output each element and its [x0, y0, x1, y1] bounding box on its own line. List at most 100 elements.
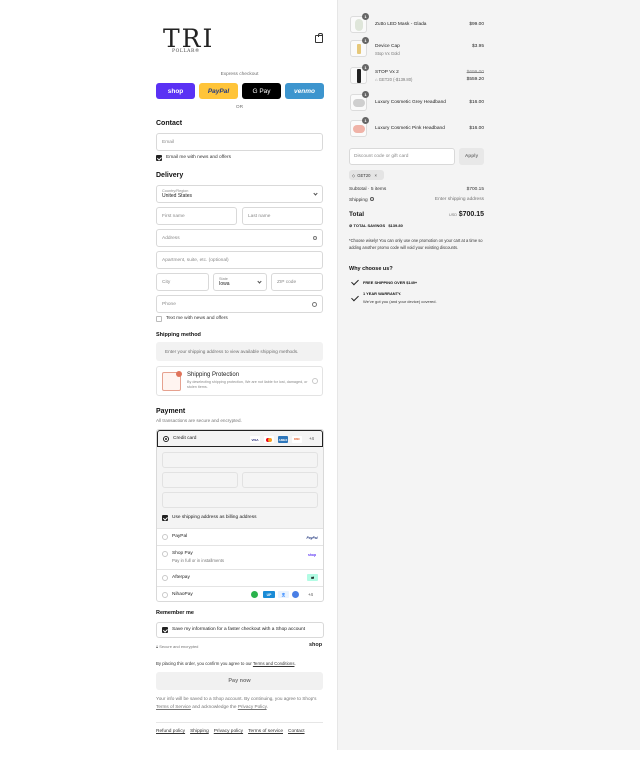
nihaopay-option[interactable]: NihaoPay UP 支 +4: [157, 586, 323, 602]
shop-notice-part1: Your info will be saved to a Shop accoun…: [156, 696, 317, 701]
shipping-protection-toggle[interactable]: [312, 378, 318, 384]
shop-pay-button[interactable]: shop: [156, 83, 195, 99]
venmo-button[interactable]: venmo: [285, 83, 324, 99]
close-icon[interactable]: ×: [375, 173, 377, 178]
item-thumbnail: 1: [350, 91, 369, 111]
terms-of-service-link[interactable]: Terms of service: [248, 729, 283, 734]
contact-title: Contact: [156, 120, 183, 127]
expiration-field[interactable]: [162, 472, 238, 488]
google-pay-button[interactable]: G Pay: [242, 83, 281, 99]
save-info-checkbox[interactable]: [162, 627, 168, 633]
country-value: United States: [162, 193, 193, 199]
terms-link[interactable]: Terms and Conditions: [253, 661, 295, 666]
credit-card-radio[interactable]: [163, 436, 169, 442]
cart-item-price: $559.20: [466, 77, 484, 82]
shipping-value: Enter shipping address: [434, 197, 484, 202]
phone-placeholder: Phone: [162, 301, 176, 307]
grey-headband-image: [353, 99, 365, 107]
tag-icon: ◇: [352, 172, 356, 178]
nihaopay-more-count: +4: [308, 592, 313, 597]
subtotal-value: $700.15: [466, 187, 484, 192]
apply-discount-button[interactable]: Apply: [459, 148, 484, 165]
paypal-option[interactable]: PayPal PayPal: [157, 528, 323, 545]
quantity-badge: 1: [362, 64, 369, 71]
country-select[interactable]: Country/Region United States: [156, 185, 323, 203]
shop-privacy-link[interactable]: Privacy Policy: [238, 704, 267, 709]
shipping-protection-box[interactable]: Shipping Protection By deselecting shipp…: [156, 366, 323, 396]
contact-link[interactable]: Contact: [288, 729, 305, 734]
pay-now-label: Pay now: [228, 678, 251, 684]
last-name-field[interactable]: Last name: [242, 207, 323, 225]
address-field[interactable]: Address: [156, 229, 323, 247]
paypal-button[interactable]: PayPal: [199, 83, 238, 99]
pink-headband-image: [353, 125, 365, 133]
shop-account-notice: Your info will be saved to a Shop accoun…: [156, 695, 324, 710]
delivery-title: Delivery: [156, 172, 184, 179]
email-field[interactable]: Email: [156, 133, 323, 151]
first-name-placeholder: First name: [162, 213, 185, 219]
quantity-badge: 1: [362, 91, 369, 98]
credit-card-option[interactable]: Credit card VISA AMEX DISC +4: [157, 430, 323, 447]
help-icon[interactable]: [312, 302, 317, 307]
alipay-icon: 支: [278, 591, 289, 598]
nihaopay-radio[interactable]: [162, 592, 168, 598]
address-placeholder: Address: [162, 235, 180, 241]
privacy-policy-link[interactable]: Privacy policy: [214, 729, 243, 734]
shipping-link[interactable]: Shipping: [190, 729, 209, 734]
checkout-form-panel: TRI POLLAR® Express checkout shop PayPal…: [0, 0, 337, 775]
cart-item-variant: Stop Vx Gold: [375, 51, 400, 56]
paypal-radio[interactable]: [162, 534, 168, 540]
item-thumbnail: 1: [350, 13, 369, 33]
device-cap-image: [357, 44, 361, 54]
apply-label: Apply: [464, 154, 479, 159]
paypal-logo-text: PayPal: [306, 535, 318, 540]
card-number-field[interactable]: [162, 452, 318, 468]
city-placeholder: City: [162, 279, 171, 285]
credit-card-form: Use shipping address as billing address: [157, 447, 323, 528]
afterpay-radio[interactable]: [162, 575, 168, 581]
remember-me-box[interactable]: Save my information for a faster checkou…: [156, 622, 324, 638]
shop-tos-link[interactable]: Terms of Service: [156, 704, 191, 709]
visa-icon: VISA: [250, 436, 260, 443]
apartment-placeholder: Apartment, suite, etc. (optional): [162, 257, 229, 263]
wallet-icon: [292, 591, 299, 598]
shop-pay-option-label: Shop Pay: [172, 551, 193, 556]
shipping-protection-desc: By deselecting shipping protection, We a…: [187, 380, 308, 389]
security-code-field[interactable]: [242, 472, 318, 488]
apartment-field[interactable]: Apartment, suite, etc. (optional): [156, 251, 323, 269]
shopping-bag-icon[interactable]: [315, 33, 323, 43]
pay-now-button[interactable]: Pay now: [156, 672, 323, 690]
afterpay-option[interactable]: Afterpay ⇄: [157, 569, 323, 586]
credit-card-label: Credit card: [173, 436, 197, 441]
cart-item-name: Device Cap: [375, 44, 400, 49]
stop-vx-device-image: [357, 69, 361, 83]
shop-logo: shop: [309, 642, 323, 648]
order-summary-panel: [337, 0, 640, 750]
cart-item-price: $3.95: [471, 44, 484, 49]
warranty-benefit: 1 YEAR WARRANTY.: [363, 291, 402, 296]
total-label: Total: [349, 211, 365, 218]
newsletter-checkbox[interactable]: [156, 155, 162, 161]
cart-item-name: STOP Vx 2: [375, 70, 399, 75]
billing-same-checkbox[interactable]: [162, 515, 168, 521]
first-name-field[interactable]: First name: [156, 207, 237, 225]
shop-pay-logo-text: shop: [307, 552, 317, 557]
total-row: Total USD $700.15: [349, 211, 484, 218]
city-field[interactable]: City: [156, 273, 209, 291]
quantity-badge: 1: [362, 13, 369, 20]
shop-pay-radio[interactable]: [162, 551, 168, 557]
text-offers-checkbox[interactable]: [156, 316, 162, 322]
zip-field[interactable]: ZIP code: [271, 273, 323, 291]
name-on-card-field[interactable]: [162, 492, 318, 508]
info-icon[interactable]: [370, 197, 375, 201]
refund-policy-link[interactable]: Refund policy: [156, 729, 185, 734]
state-select[interactable]: State Iowa: [213, 273, 267, 291]
item-thumbnail: 1: [350, 64, 369, 84]
discount-code-field[interactable]: Discount code or gift card: [349, 148, 455, 165]
cart-item-discount-text: GET20 (-$139.80): [378, 77, 413, 82]
secure-encrypted-text: Secure and encrypted: [159, 644, 199, 649]
express-checkout-label: Express checkout: [220, 72, 259, 77]
phone-field[interactable]: Phone: [156, 295, 323, 313]
shop-pay-option[interactable]: Shop Pay Pay in full or in installments …: [157, 545, 323, 569]
cart-item-discount: ⌂ GET20 (-$139.80): [375, 77, 412, 82]
